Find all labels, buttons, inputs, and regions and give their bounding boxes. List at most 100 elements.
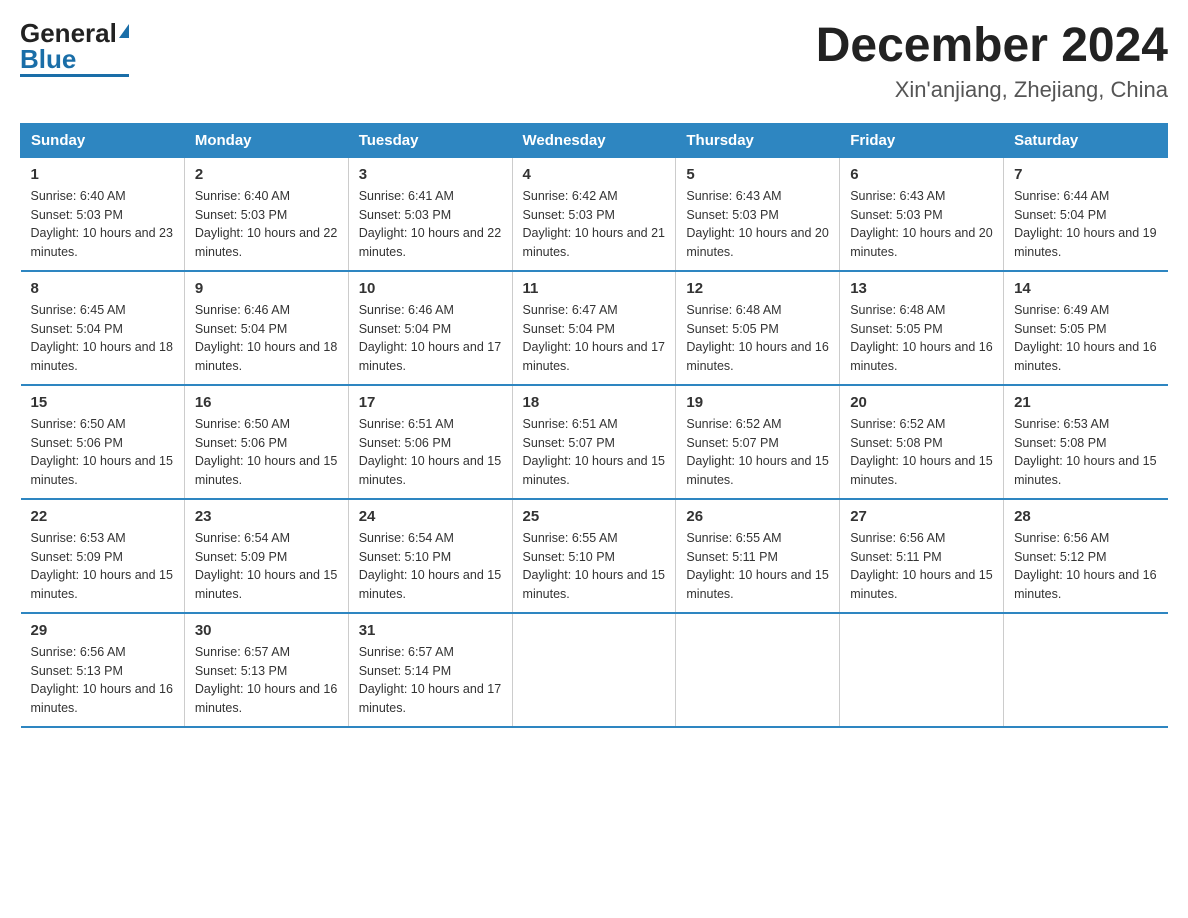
day-info: Sunrise: 6:42 AMSunset: 5:03 PMDaylight:… bbox=[523, 187, 666, 262]
day-info: Sunrise: 6:47 AMSunset: 5:04 PMDaylight:… bbox=[523, 301, 666, 376]
day-info: Sunrise: 6:48 AMSunset: 5:05 PMDaylight:… bbox=[850, 301, 993, 376]
calendar-cell bbox=[512, 613, 676, 727]
day-number: 22 bbox=[31, 508, 174, 525]
calendar-week-row: 1 Sunrise: 6:40 AMSunset: 5:03 PMDayligh… bbox=[21, 157, 1168, 271]
day-number: 14 bbox=[1014, 280, 1157, 297]
day-number: 20 bbox=[850, 394, 993, 411]
day-info: Sunrise: 6:57 AMSunset: 5:14 PMDaylight:… bbox=[359, 643, 502, 718]
logo-general-text: General bbox=[20, 20, 117, 46]
page-header: General Blue December 2024 Xin'anjiang, … bbox=[20, 20, 1168, 103]
calendar-cell: 29 Sunrise: 6:56 AMSunset: 5:13 PMDaylig… bbox=[21, 613, 185, 727]
col-saturday: Saturday bbox=[1004, 123, 1168, 157]
day-info: Sunrise: 6:54 AMSunset: 5:10 PMDaylight:… bbox=[359, 529, 502, 604]
calendar-week-row: 29 Sunrise: 6:56 AMSunset: 5:13 PMDaylig… bbox=[21, 613, 1168, 727]
day-number: 7 bbox=[1014, 166, 1157, 183]
logo-blue-text: Blue bbox=[20, 46, 76, 72]
day-info: Sunrise: 6:50 AMSunset: 5:06 PMDaylight:… bbox=[195, 415, 338, 490]
calendar-cell: 18 Sunrise: 6:51 AMSunset: 5:07 PMDaylig… bbox=[512, 385, 676, 499]
calendar-cell: 3 Sunrise: 6:41 AMSunset: 5:03 PMDayligh… bbox=[348, 157, 512, 271]
col-friday: Friday bbox=[840, 123, 1004, 157]
day-number: 9 bbox=[195, 280, 338, 297]
calendar-cell: 12 Sunrise: 6:48 AMSunset: 5:05 PMDaylig… bbox=[676, 271, 840, 385]
calendar-cell: 27 Sunrise: 6:56 AMSunset: 5:11 PMDaylig… bbox=[840, 499, 1004, 613]
day-number: 12 bbox=[686, 280, 829, 297]
calendar-table: Sunday Monday Tuesday Wednesday Thursday… bbox=[20, 123, 1168, 728]
day-number: 25 bbox=[523, 508, 666, 525]
calendar-body: 1 Sunrise: 6:40 AMSunset: 5:03 PMDayligh… bbox=[21, 157, 1168, 727]
calendar-cell: 28 Sunrise: 6:56 AMSunset: 5:12 PMDaylig… bbox=[1004, 499, 1168, 613]
calendar-cell: 21 Sunrise: 6:53 AMSunset: 5:08 PMDaylig… bbox=[1004, 385, 1168, 499]
day-info: Sunrise: 6:51 AMSunset: 5:07 PMDaylight:… bbox=[523, 415, 666, 490]
col-sunday: Sunday bbox=[21, 123, 185, 157]
day-number: 16 bbox=[195, 394, 338, 411]
calendar-cell: 15 Sunrise: 6:50 AMSunset: 5:06 PMDaylig… bbox=[21, 385, 185, 499]
day-number: 24 bbox=[359, 508, 502, 525]
calendar-cell: 8 Sunrise: 6:45 AMSunset: 5:04 PMDayligh… bbox=[21, 271, 185, 385]
day-number: 30 bbox=[195, 622, 338, 639]
day-number: 28 bbox=[1014, 508, 1157, 525]
calendar-cell: 24 Sunrise: 6:54 AMSunset: 5:10 PMDaylig… bbox=[348, 499, 512, 613]
day-info: Sunrise: 6:43 AMSunset: 5:03 PMDaylight:… bbox=[686, 187, 829, 262]
logo-triangle-icon bbox=[119, 24, 129, 38]
day-info: Sunrise: 6:54 AMSunset: 5:09 PMDaylight:… bbox=[195, 529, 338, 604]
col-thursday: Thursday bbox=[676, 123, 840, 157]
day-info: Sunrise: 6:57 AMSunset: 5:13 PMDaylight:… bbox=[195, 643, 338, 718]
calendar-cell: 30 Sunrise: 6:57 AMSunset: 5:13 PMDaylig… bbox=[184, 613, 348, 727]
day-number: 31 bbox=[359, 622, 502, 639]
day-number: 3 bbox=[359, 166, 502, 183]
title-block: December 2024 Xin'anjiang, Zhejiang, Chi… bbox=[816, 20, 1168, 103]
day-number: 18 bbox=[523, 394, 666, 411]
day-info: Sunrise: 6:40 AMSunset: 5:03 PMDaylight:… bbox=[195, 187, 338, 262]
day-number: 11 bbox=[523, 280, 666, 297]
calendar-cell: 14 Sunrise: 6:49 AMSunset: 5:05 PMDaylig… bbox=[1004, 271, 1168, 385]
calendar-week-row: 15 Sunrise: 6:50 AMSunset: 5:06 PMDaylig… bbox=[21, 385, 1168, 499]
day-number: 2 bbox=[195, 166, 338, 183]
calendar-header: Sunday Monday Tuesday Wednesday Thursday… bbox=[21, 123, 1168, 157]
day-info: Sunrise: 6:46 AMSunset: 5:04 PMDaylight:… bbox=[359, 301, 502, 376]
day-number: 6 bbox=[850, 166, 993, 183]
main-title: December 2024 bbox=[816, 20, 1168, 73]
calendar-cell: 11 Sunrise: 6:47 AMSunset: 5:04 PMDaylig… bbox=[512, 271, 676, 385]
day-info: Sunrise: 6:45 AMSunset: 5:04 PMDaylight:… bbox=[31, 301, 174, 376]
calendar-cell: 19 Sunrise: 6:52 AMSunset: 5:07 PMDaylig… bbox=[676, 385, 840, 499]
day-number: 13 bbox=[850, 280, 993, 297]
calendar-cell: 10 Sunrise: 6:46 AMSunset: 5:04 PMDaylig… bbox=[348, 271, 512, 385]
day-info: Sunrise: 6:56 AMSunset: 5:13 PMDaylight:… bbox=[31, 643, 174, 718]
calendar-cell: 9 Sunrise: 6:46 AMSunset: 5:04 PMDayligh… bbox=[184, 271, 348, 385]
day-number: 29 bbox=[31, 622, 174, 639]
day-info: Sunrise: 6:52 AMSunset: 5:07 PMDaylight:… bbox=[686, 415, 829, 490]
calendar-cell: 6 Sunrise: 6:43 AMSunset: 5:03 PMDayligh… bbox=[840, 157, 1004, 271]
day-info: Sunrise: 6:49 AMSunset: 5:05 PMDaylight:… bbox=[1014, 301, 1157, 376]
calendar-cell: 13 Sunrise: 6:48 AMSunset: 5:05 PMDaylig… bbox=[840, 271, 1004, 385]
calendar-cell: 31 Sunrise: 6:57 AMSunset: 5:14 PMDaylig… bbox=[348, 613, 512, 727]
col-monday: Monday bbox=[184, 123, 348, 157]
calendar-cell: 23 Sunrise: 6:54 AMSunset: 5:09 PMDaylig… bbox=[184, 499, 348, 613]
day-number: 15 bbox=[31, 394, 174, 411]
day-info: Sunrise: 6:56 AMSunset: 5:12 PMDaylight:… bbox=[1014, 529, 1157, 604]
day-info: Sunrise: 6:55 AMSunset: 5:11 PMDaylight:… bbox=[686, 529, 829, 604]
day-info: Sunrise: 6:51 AMSunset: 5:06 PMDaylight:… bbox=[359, 415, 502, 490]
col-wednesday: Wednesday bbox=[512, 123, 676, 157]
calendar-cell: 20 Sunrise: 6:52 AMSunset: 5:08 PMDaylig… bbox=[840, 385, 1004, 499]
calendar-cell: 17 Sunrise: 6:51 AMSunset: 5:06 PMDaylig… bbox=[348, 385, 512, 499]
day-number: 10 bbox=[359, 280, 502, 297]
day-number: 23 bbox=[195, 508, 338, 525]
calendar-week-row: 22 Sunrise: 6:53 AMSunset: 5:09 PMDaylig… bbox=[21, 499, 1168, 613]
calendar-cell: 25 Sunrise: 6:55 AMSunset: 5:10 PMDaylig… bbox=[512, 499, 676, 613]
day-info: Sunrise: 6:43 AMSunset: 5:03 PMDaylight:… bbox=[850, 187, 993, 262]
day-number: 26 bbox=[686, 508, 829, 525]
day-number: 27 bbox=[850, 508, 993, 525]
day-info: Sunrise: 6:50 AMSunset: 5:06 PMDaylight:… bbox=[31, 415, 174, 490]
day-info: Sunrise: 6:41 AMSunset: 5:03 PMDaylight:… bbox=[359, 187, 502, 262]
calendar-cell: 16 Sunrise: 6:50 AMSunset: 5:06 PMDaylig… bbox=[184, 385, 348, 499]
calendar-cell bbox=[840, 613, 1004, 727]
calendar-cell bbox=[676, 613, 840, 727]
logo-underline bbox=[20, 74, 129, 77]
day-info: Sunrise: 6:52 AMSunset: 5:08 PMDaylight:… bbox=[850, 415, 993, 490]
header-row: Sunday Monday Tuesday Wednesday Thursday… bbox=[21, 123, 1168, 157]
day-number: 1 bbox=[31, 166, 174, 183]
day-info: Sunrise: 6:48 AMSunset: 5:05 PMDaylight:… bbox=[686, 301, 829, 376]
day-info: Sunrise: 6:56 AMSunset: 5:11 PMDaylight:… bbox=[850, 529, 993, 604]
day-number: 8 bbox=[31, 280, 174, 297]
col-tuesday: Tuesday bbox=[348, 123, 512, 157]
